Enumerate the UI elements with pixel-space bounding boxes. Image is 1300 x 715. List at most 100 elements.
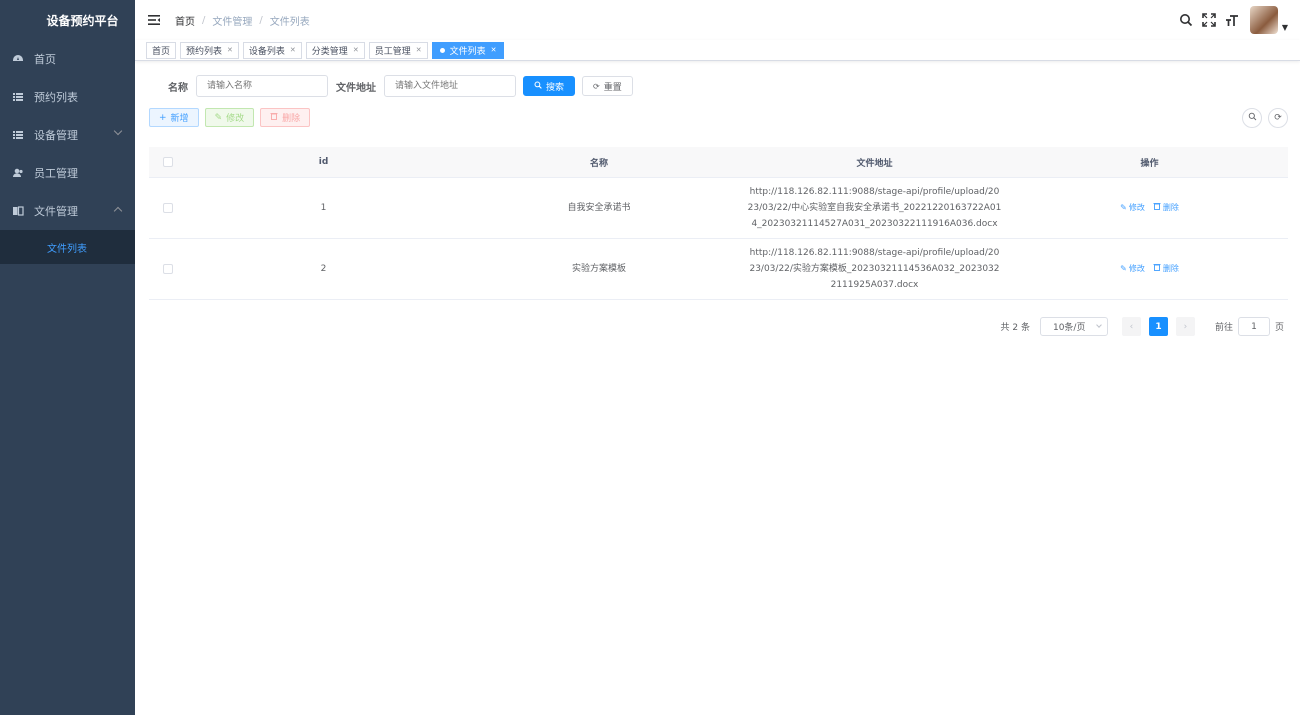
tag-label: 预约列表 <box>186 46 223 57</box>
book-icon <box>12 205 24 217</box>
goto-page-input[interactable]: 1 <box>1237 317 1270 336</box>
tag-label: 分类管理 <box>311 46 348 57</box>
table-header: id 名称 文件地址 操作 <box>149 147 1288 178</box>
add-button[interactable]: + 新增 <box>149 108 199 127</box>
page-size-select[interactable]: 10条/页 <box>1039 317 1108 336</box>
plus-icon: + <box>159 112 167 123</box>
breadcrumb-separator: / <box>259 14 263 26</box>
tag-label: 文件列表 <box>449 46 486 57</box>
fullscreen-icon[interactable] <box>1202 13 1216 27</box>
search-icon <box>1248 112 1257 124</box>
tag-file-list[interactable]: 文件列表 ✕ <box>431 41 505 59</box>
page-number-button[interactable]: 1 <box>1148 317 1168 336</box>
refresh-button[interactable]: ⟳ <box>1268 108 1288 128</box>
refresh-icon: ⟳ <box>1274 113 1282 123</box>
next-page-button[interactable]: › <box>1175 317 1195 336</box>
sidebar-item-staff[interactable]: 员工管理 <box>0 154 135 192</box>
sidebar: 设备预约平台 首页 预约列表 设备管理 员工管理 文件管理 文件列表 <box>0 0 135 715</box>
pagination-jumper: 前往 1 页 <box>1215 317 1284 336</box>
reset-button-label: 重置 <box>603 82 622 93</box>
search-icon[interactable] <box>1179 13 1193 27</box>
sidebar-item-label: 设备管理 <box>34 129 78 142</box>
header-select-all <box>149 157 187 167</box>
table-toolbar: + 新增 ✎ 修改 删除 <box>149 108 316 127</box>
row-delete-button[interactable]: 删除 <box>1153 200 1179 216</box>
cell-id: 1 <box>320 203 327 213</box>
sidebar-item-label: 文件管理 <box>34 205 78 218</box>
font-size-icon[interactable] <box>1225 13 1239 27</box>
chevron-up-icon <box>113 206 123 216</box>
sidebar-logo-title: 设备预约平台 <box>46 13 119 28</box>
close-icon[interactable]: ✕ <box>491 46 497 54</box>
list-icon <box>12 129 24 141</box>
add-button-label: 新增 <box>170 114 189 124</box>
row-checkbox[interactable] <box>163 203 173 213</box>
page-suffix-label: 页 <box>1274 323 1284 333</box>
sidebar-item-home[interactable]: 首页 <box>0 40 135 78</box>
tag-bookings[interactable]: 预约列表 ✕ <box>180 41 239 59</box>
cell-id: 2 <box>320 264 327 274</box>
reset-button[interactable]: ⟳ 重置 <box>582 76 633 96</box>
breadcrumb-home[interactable]: 首页 <box>175 13 195 28</box>
trash-icon <box>270 112 278 123</box>
column-header-actions: 操作 <box>1140 158 1159 169</box>
select-all-checkbox[interactable] <box>163 157 173 167</box>
delete-button[interactable]: 删除 <box>260 108 311 127</box>
row-edit-button[interactable]: ✎ 修改 <box>1120 200 1145 216</box>
edit-icon: ✎ <box>1120 264 1127 273</box>
tag-label: 设备列表 <box>248 46 285 57</box>
row-delete-label: 删除 <box>1162 203 1179 212</box>
user-icon <box>12 167 24 179</box>
toggle-search-button[interactable] <box>1242 108 1262 128</box>
cell-actions: ✎ 修改 删除 <box>1011 200 1288 216</box>
hamburger-icon[interactable] <box>147 13 161 27</box>
sidebar-subitem-file-list[interactable]: 文件列表 <box>0 230 135 264</box>
edit-icon: ✎ <box>1120 203 1127 212</box>
page-size-value: 10条/页 <box>1052 323 1086 333</box>
tag-equipment-list[interactable]: 设备列表 ✕ <box>242 41 302 59</box>
close-icon[interactable]: ✕ <box>290 46 296 54</box>
prev-page-button[interactable]: ‹ <box>1121 317 1141 336</box>
navbar-right-menu: ▼ <box>1179 6 1288 34</box>
caret-down-icon[interactable]: ▼ <box>1282 23 1288 32</box>
delete-button-label: 删除 <box>282 114 301 124</box>
sidebar-item-files[interactable]: 文件管理 <box>0 192 135 230</box>
search-icon <box>534 81 542 91</box>
cell-address: http://118.126.82.111:9088/stage-api/pro… <box>747 187 1002 229</box>
name-input[interactable] <box>196 75 328 97</box>
sidebar-item-label: 预约列表 <box>34 91 78 104</box>
pagination: 共 2 条 10条/页 ‹ 1 › 前往 1 页 <box>1001 317 1284 336</box>
pagination-total: 共 2 条 <box>1000 323 1030 333</box>
list-icon <box>12 91 24 103</box>
cell-name: 自我安全承诺书 <box>567 203 631 213</box>
trash-icon <box>1153 261 1161 277</box>
sidebar-item-bookings[interactable]: 预约列表 <box>0 78 135 116</box>
sidebar-item-equipment[interactable]: 设备管理 <box>0 116 135 154</box>
search-button-label: 搜索 <box>546 82 565 93</box>
close-icon[interactable]: ✕ <box>353 46 359 54</box>
edit-icon: ✎ <box>214 112 223 123</box>
cell-actions: ✎ 修改 删除 <box>1011 261 1288 277</box>
close-icon[interactable]: ✕ <box>416 46 422 54</box>
breadcrumb-file-management: 文件管理 <box>212 16 253 28</box>
trash-icon <box>1153 200 1161 216</box>
table-row: 1 自我安全承诺书 http://118.126.82.111:9088/sta… <box>149 178 1288 239</box>
tag-staff[interactable]: 员工管理 ✕ <box>368 41 428 59</box>
avatar[interactable] <box>1249 6 1278 34</box>
column-header-name: 名称 <box>589 158 608 169</box>
edit-button[interactable]: ✎ 修改 <box>204 108 255 127</box>
row-checkbox[interactable] <box>163 264 173 274</box>
tag-category[interactable]: 分类管理 ✕ <box>305 41 365 59</box>
navbar: 首页 / 文件管理 / 文件列表 ▼ <box>135 0 1300 40</box>
tag-home[interactable]: 首页 <box>146 41 177 59</box>
search-button[interactable]: 搜索 <box>523 76 576 96</box>
goto-label: 前往 <box>1214 323 1233 333</box>
row-select-cell <box>149 203 187 213</box>
breadcrumb-file-list: 文件列表 <box>269 16 310 28</box>
close-icon[interactable]: ✕ <box>227 46 233 54</box>
row-edit-button[interactable]: ✎ 修改 <box>1120 261 1145 277</box>
row-delete-button[interactable]: 删除 <box>1153 261 1179 277</box>
app-root: 设备预约平台 首页 预约列表 设备管理 员工管理 文件管理 文件列表 首页 / … <box>0 0 1300 715</box>
chevron-down-icon <box>1096 322 1102 328</box>
file-address-input[interactable] <box>384 75 516 97</box>
